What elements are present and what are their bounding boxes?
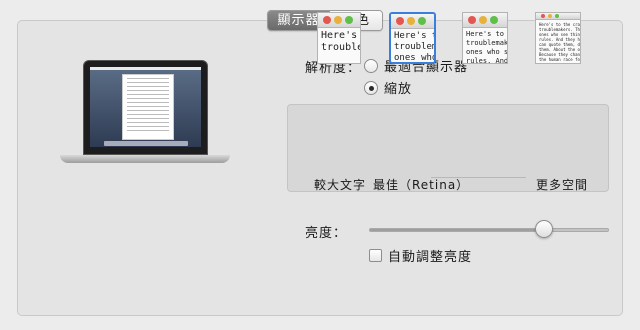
auto-brightness-label: 自動調整亮度 [388,250,473,265]
preset-label-larger-text: 較大文字 [314,178,367,192]
thumbnail-sample-text: Here's to th troublemak ones who s [394,31,436,63]
dock [104,141,188,146]
close-dot-icon [468,16,476,24]
preset-best-retina[interactable]: Here's to th troublemak ones who s [389,12,436,64]
preset-more-space[interactable]: Here's to the crazy one troublemakers. T… [535,12,581,64]
preset-label-more-space: 更多空間 [536,178,589,192]
preset-medium[interactable]: Here's to the cr troublemakers. ones who… [462,12,508,64]
laptop-base [60,155,230,163]
auto-brightness-checkbox[interactable] [369,249,382,262]
thumbnail-sample-text: Here's to the cr troublemakers. ones who… [466,30,508,64]
radio-label: 縮放 [384,82,413,97]
preset-thumbnail: Here's to the crazy one troublemakers. T… [535,12,581,64]
menu-bar [90,67,201,70]
brightness-slider-fill [370,229,544,231]
close-dot-icon [396,17,404,25]
brightness-slider-track[interactable] [369,228,609,232]
minimize-dot-icon [548,14,552,18]
preset-thumbnail: Here's to the cr troublemakers. ones who… [462,12,508,64]
preset-thumbnail: Here's to th troublemak ones who s [389,12,436,64]
zoom-dot-icon [490,16,498,24]
zoom-dot-icon [555,14,559,18]
preset-larger-text[interactable]: Here's to the troublemak [317,12,361,64]
thumbnail-sample-text: Here's to the crazy one troublemakers. T… [539,22,580,62]
document-window [122,74,174,140]
radio-button[interactable] [364,80,378,95]
laptop-screen [90,67,201,147]
close-dot-icon [541,14,545,18]
minimize-dot-icon [334,16,342,24]
preset-label-best-retina: 最佳（Retina） [373,178,470,192]
minimize-dot-icon [479,16,487,24]
minimize-dot-icon [407,17,415,25]
close-dot-icon [323,16,331,24]
zoom-dot-icon [345,16,353,24]
laptop-lid [83,60,208,155]
scale-guide-line [431,177,526,178]
preset-thumbnail: Here's to the troublemak [317,12,361,64]
macbook-illustration [60,60,230,170]
zoom-dot-icon [418,17,426,25]
radio-scaled[interactable]: 縮放 [364,78,412,97]
thumbnail-sample-text: Here's to the troublemak [321,30,360,53]
auto-brightness-option[interactable]: 自動調整亮度 [369,246,472,265]
brightness-label: 亮度： [305,226,348,241]
radio-button[interactable] [364,58,378,73]
